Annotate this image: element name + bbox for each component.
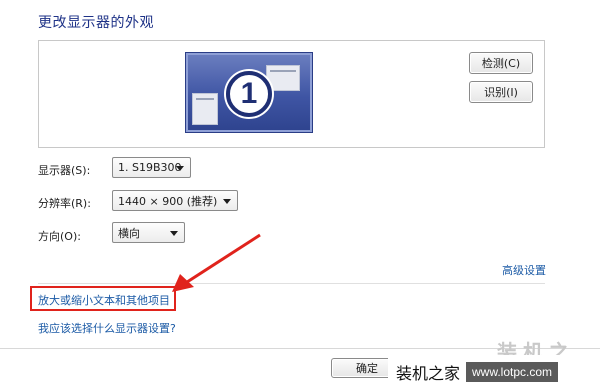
- chevron-down-icon: [223, 199, 231, 204]
- identify-button[interactable]: 识别(I): [469, 81, 533, 103]
- chevron-down-icon: [176, 166, 184, 171]
- page-title: 更改显示器的外观: [38, 15, 154, 31]
- orientation-select-value: 横向: [118, 226, 140, 240]
- resolution-label: 分辨率(R):: [38, 197, 91, 210]
- resolution-select-value: 1440 × 900 (推荐): [118, 194, 218, 208]
- advanced-settings-link[interactable]: 高级设置: [502, 262, 546, 278]
- divider: [38, 283, 545, 284]
- orientation-label: 方向(O):: [38, 230, 81, 243]
- detect-button[interactable]: 检测(C): [469, 52, 533, 74]
- monitor-number-badge: 1: [226, 71, 272, 117]
- resolution-select[interactable]: 1440 × 900 (推荐): [112, 190, 238, 211]
- display-select-value: 1. S19B300: [118, 161, 182, 174]
- watermark-url: www.lotpc.com: [466, 362, 559, 382]
- display-select[interactable]: 1. S19B300: [112, 157, 191, 178]
- monitor-1-icon[interactable]: 1: [185, 52, 313, 133]
- enlarge-text-link[interactable]: 放大或缩小文本和其他项目: [38, 292, 170, 308]
- display-label: 显示器(S):: [38, 164, 91, 177]
- watermark-text: 装机之家: [396, 364, 461, 383]
- red-arrow-icon: [172, 233, 261, 292]
- display-settings-help-link[interactable]: 我应该选择什么显示器设置?: [38, 320, 176, 336]
- watermark: 装机之家 www.lotpc.com: [388, 355, 600, 389]
- mini-window-icon: [192, 93, 218, 125]
